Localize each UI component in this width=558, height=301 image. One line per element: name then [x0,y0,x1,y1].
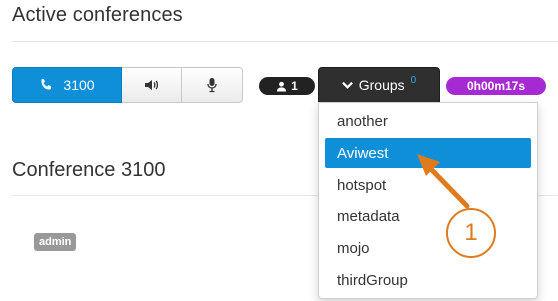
chevron-down-icon [341,81,353,89]
group-option-hotspot[interactable]: hotspot [325,170,531,200]
groups-label: Groups [358,77,405,93]
duration-badge: 0h00m17s [446,77,546,95]
group-option-metadata[interactable]: metadata [325,201,531,231]
groups-count: 0 [410,74,417,86]
microphone-button[interactable] [182,67,243,103]
call-button[interactable]: 3100 [12,67,122,103]
speaker-icon [143,78,161,92]
participants-count: 1 [291,79,298,93]
user-icon [276,81,287,92]
group-option-another[interactable]: another [325,106,531,136]
conference-title: Conference 3100 [12,159,166,181]
conference-button-group: 3100 [12,67,243,103]
group-option-aviwest[interactable]: Aviwest [325,138,531,168]
participants-badge: 1 [259,77,315,95]
group-option-thirdgroup[interactable]: thirdGroup [325,265,531,295]
page-title: Active conferences [12,4,183,26]
volume-button[interactable] [122,67,182,103]
microphone-icon [206,77,218,93]
phone-icon [39,78,53,92]
divider [12,41,558,42]
member-tag: admin [34,233,77,251]
call-button-label: 3100 [63,77,95,93]
groups-dropdown-button[interactable]: Groups 0 [318,67,440,103]
group-option-mojo[interactable]: mojo [325,233,531,263]
groups-dropdown-menu: another Aviwest hotspot metadata mojo th… [318,102,538,299]
annotation-marker: 1 [446,208,496,258]
